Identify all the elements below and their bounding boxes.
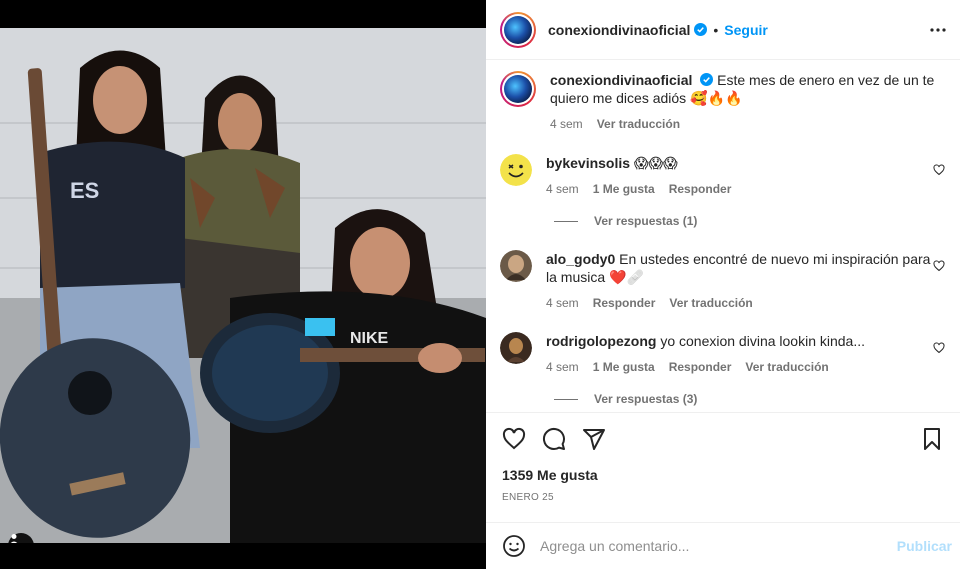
separator-dot: • — [713, 21, 719, 38]
avatar-photo-icon — [500, 250, 532, 282]
emoji-smiley-icon — [503, 535, 525, 557]
comment-username[interactable]: bykevinsolis — [546, 155, 630, 171]
like-comment-heart-icon[interactable] — [933, 260, 945, 272]
post-photo[interactable]: ES NIKE — [0, 28, 486, 543]
more-options-button[interactable] — [928, 20, 948, 40]
comment-bubble-icon — [542, 427, 565, 450]
view-replies-label: Ver respuestas (1) — [594, 214, 698, 228]
author-username[interactable]: conexiondivinaoficial — [548, 22, 690, 38]
publish-comment-button[interactable]: Publicar — [897, 538, 952, 554]
post-date[interactable]: ENERO 25 — [502, 492, 554, 503]
post-header: conexiondivinaoficial • Seguir — [486, 0, 960, 60]
comment-likes[interactable]: 1 Me gusta — [593, 180, 655, 198]
view-replies-button[interactable]: Ver respuestas (1) — [554, 214, 697, 228]
comment-text: 😱😱😱 — [633, 155, 678, 171]
verified-badge-icon — [694, 23, 708, 36]
view-replies-label: Ver respuestas (3) — [594, 392, 698, 406]
likes-count[interactable]: 1359 Me gusta — [502, 467, 598, 483]
view-replies-button[interactable]: Ver respuestas (3) — [554, 392, 697, 406]
follow-button[interactable]: Seguir — [724, 22, 768, 38]
caption-avatar[interactable] — [500, 71, 536, 107]
comment-item: rodrigolopezong yo conexion divina looki… — [500, 332, 945, 376]
caption-username[interactable]: conexiondivinaoficial — [550, 72, 692, 88]
svg-text:ES: ES — [70, 178, 99, 203]
commenter-avatar[interactable] — [500, 332, 532, 364]
caption: conexiondivinaoficial Este mes de enero … — [500, 71, 945, 133]
post-actions: 1359 Me gusta ENERO 25 — [486, 412, 960, 522]
comment-username[interactable]: alo_gody0 — [546, 251, 615, 267]
verified-badge-icon — [700, 73, 714, 86]
comment-translate-link[interactable]: Ver traducción — [745, 358, 828, 376]
comment-input[interactable] — [540, 538, 880, 554]
comment-item: alo_gody0 En ustedes encontré de nuevo m… — [500, 250, 945, 312]
save-button[interactable] — [920, 427, 944, 451]
comment-username[interactable]: rodrigolopezong — [546, 333, 656, 349]
like-comment-heart-icon[interactable] — [933, 342, 945, 354]
reply-button[interactable]: Responder — [669, 180, 732, 198]
comment-time[interactable]: 4 sem — [546, 294, 579, 312]
avatar-photo-icon — [500, 332, 532, 364]
comment-composer: Publicar — [486, 522, 960, 569]
bookmark-icon — [924, 428, 940, 450]
reply-button[interactable]: Responder — [593, 294, 656, 312]
user-icon — [10, 534, 18, 543]
share-button[interactable] — [582, 427, 606, 451]
svg-text:NIKE: NIKE — [350, 330, 389, 347]
author-avatar[interactable] — [500, 11, 536, 48]
more-horizontal-icon — [930, 28, 946, 32]
emoji-button[interactable] — [502, 534, 526, 558]
comment-time[interactable]: 4 sem — [546, 358, 579, 376]
comment-translate-link[interactable]: Ver traducción — [669, 294, 752, 312]
commenter-avatar[interactable] — [500, 250, 532, 282]
comment-item: bykevinsolis 😱😱😱 4 sem 1 Me gusta Respon… — [500, 154, 945, 198]
heart-icon — [502, 427, 526, 450]
comment-text: yo conexion divina lookin kinda... — [660, 333, 866, 349]
photo-illustration: ES NIKE — [0, 28, 486, 543]
comment-time[interactable]: 4 sem — [546, 180, 579, 198]
comment-button[interactable] — [542, 427, 566, 451]
comment-likes[interactable]: 1 Me gusta — [593, 358, 655, 376]
post-panel: conexiondivinaoficial • Seguir conexiond… — [486, 0, 960, 569]
comments-list[interactable]: conexiondivinaoficial Este mes de enero … — [486, 61, 960, 411]
caption-translate-link[interactable]: Ver traducción — [597, 115, 680, 133]
commenter-avatar[interactable] — [500, 154, 532, 186]
smiley-avatar-icon — [500, 154, 532, 186]
caption-time[interactable]: 4 sem — [550, 115, 583, 133]
paper-plane-icon — [583, 429, 605, 450]
photo-pane: ES NIKE — [0, 0, 486, 569]
reply-button[interactable]: Responder — [669, 358, 732, 376]
like-button[interactable] — [502, 427, 526, 451]
like-comment-heart-icon[interactable] — [933, 164, 945, 176]
